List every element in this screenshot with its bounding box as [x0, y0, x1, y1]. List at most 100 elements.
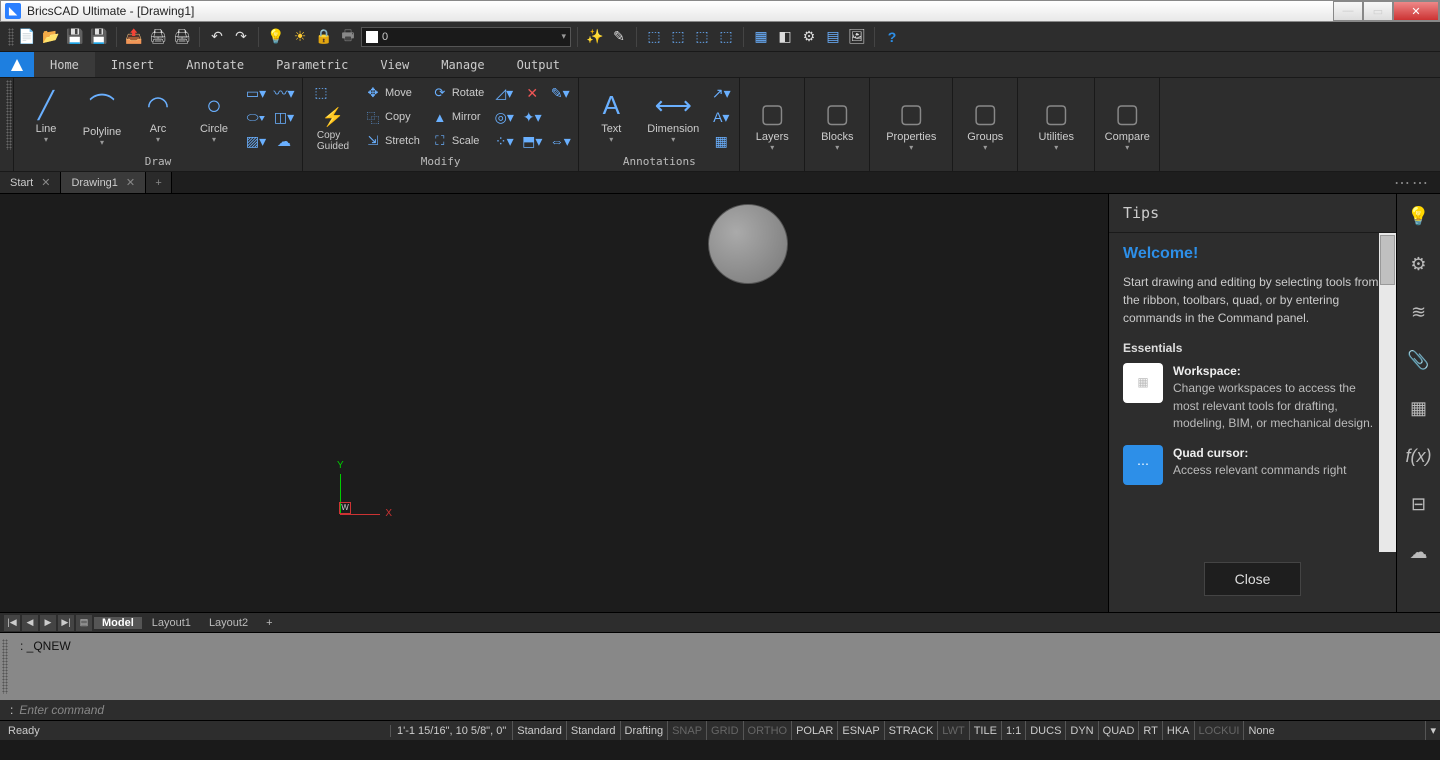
export-button[interactable]: 📤 — [123, 26, 145, 48]
layout2-tab[interactable]: Layout2 — [201, 617, 256, 629]
copy-guided-button[interactable]: ⚡Copy Guided — [309, 105, 357, 153]
layer-dropdown[interactable]: 0 — [361, 27, 571, 47]
toggle-lockui[interactable]: LOCKUI — [1194, 721, 1244, 740]
table-button[interactable]: ▦ — [709, 130, 733, 152]
fx-icon[interactable]: f(x) — [1405, 442, 1433, 470]
eraser-icon[interactable]: ◧ — [774, 26, 796, 48]
lock-icon[interactable]: 🔒 — [313, 26, 335, 48]
settings-icon[interactable]: ⚙ — [1405, 250, 1433, 278]
grid-icon[interactable]: ▦ — [1405, 394, 1433, 422]
array-button[interactable]: ⁘▾ — [492, 130, 516, 152]
sheet-icon[interactable]: ▤ — [822, 26, 844, 48]
offset-button[interactable]: ◎▾ — [492, 106, 516, 128]
undo-button[interactable]: ↶ — [206, 26, 228, 48]
menu-insert[interactable]: Insert — [95, 52, 170, 77]
align-icon[interactable]: ⬚ — [643, 26, 665, 48]
sun-icon[interactable]: ☀ — [289, 26, 311, 48]
close-icon[interactable]: ✕ — [41, 176, 50, 189]
tips-icon[interactable]: 💡 — [1405, 202, 1433, 230]
toggle-quad[interactable]: QUAD — [1098, 721, 1139, 740]
status-draft[interactable]: Drafting — [620, 721, 668, 740]
structure-icon[interactable]: ⊟ — [1405, 490, 1433, 518]
tips-close-button[interactable]: Close — [1204, 562, 1302, 596]
utilities-button[interactable]: ▢Utilities▾ — [1024, 89, 1088, 161]
tab-start[interactable]: Start✕ — [0, 172, 61, 193]
open-button[interactable]: 📂 — [40, 26, 62, 48]
redo-button[interactable]: ↷ — [230, 26, 252, 48]
move-button[interactable]: ✥Move — [361, 82, 424, 104]
toggle-lwt[interactable]: LWT — [937, 721, 968, 740]
join-button[interactable]: ⬒▾ — [520, 130, 544, 152]
scale-button[interactable]: ⛶Scale — [428, 130, 488, 152]
app-logo[interactable] — [0, 52, 34, 77]
close-button[interactable]: ✕ — [1393, 1, 1439, 21]
fillet-button[interactable]: ◿▾ — [492, 82, 516, 104]
maximize-button[interactable]: ▭ — [1363, 1, 1393, 21]
break-button[interactable] — [548, 106, 572, 128]
attach-icon[interactable]: 📎 — [1405, 346, 1433, 374]
list-button[interactable]: ▤ — [76, 615, 92, 631]
command-history[interactable]: : _QNEW — [0, 632, 1440, 700]
bulb-icon[interactable]: 💡 — [265, 26, 287, 48]
toggle-polar[interactable]: POLAR — [791, 721, 837, 740]
table-icon[interactable]: ▦ — [750, 26, 772, 48]
compare-button[interactable]: ▢Compare▾ — [1101, 89, 1153, 161]
line-button[interactable]: ╱Line▾ — [20, 81, 72, 153]
trim-button[interactable]: ⬚ — [309, 81, 333, 103]
tab-overflow-button[interactable]: ⋯⋯ — [1384, 172, 1440, 193]
next-button[interactable]: ▶ — [40, 615, 56, 631]
prev-button[interactable]: ◀ — [22, 615, 38, 631]
polyline-button[interactable]: ⌒Polyline▾ — [76, 81, 128, 153]
groups-button[interactable]: ▢Groups▾ — [959, 89, 1011, 161]
image-icon[interactable]: 🖼 — [846, 26, 868, 48]
layers-icon[interactable]: ≋ — [1405, 298, 1433, 326]
extend-button[interactable]: ✎▾ — [548, 82, 572, 104]
align3-icon[interactable]: ⬚ — [691, 26, 713, 48]
blocks-button[interactable]: ▢Blocks▾ — [811, 89, 863, 161]
properties-button[interactable]: ▢Properties▾ — [876, 89, 946, 161]
copy-button[interactable]: ⿻Copy — [361, 106, 424, 128]
menu-parametric[interactable]: Parametric — [260, 52, 364, 77]
arc-button[interactable]: ◠Arc▾ — [132, 81, 184, 153]
toggle-esnap[interactable]: ESNAP — [837, 721, 883, 740]
mirror-button[interactable]: ▲Mirror — [428, 106, 488, 128]
layers-button[interactable]: ▢Layers▾ — [746, 89, 798, 161]
status-std2[interactable]: Standard — [566, 721, 620, 740]
new-tab-button[interactable]: + — [146, 172, 172, 193]
first-button[interactable]: |◀ — [4, 615, 20, 631]
menu-home[interactable]: Home — [34, 52, 95, 77]
menu-output[interactable]: Output — [501, 52, 576, 77]
printer-icon[interactable]: 🖶 — [337, 26, 359, 48]
view-cube[interactable] — [708, 204, 788, 284]
leader-button[interactable]: ↗▾ — [709, 82, 733, 104]
circle-button[interactable]: ○Circle▾ — [188, 81, 240, 153]
toggle-none[interactable]: None — [1243, 721, 1278, 740]
new-button[interactable]: 📄 — [16, 26, 38, 48]
spline-button[interactable]: 〰▾ — [272, 82, 296, 104]
pencil-icon[interactable]: ✎ — [608, 26, 630, 48]
toggle-grid[interactable]: GRID — [706, 721, 743, 740]
stretch-button[interactable]: ⇲Stretch — [361, 130, 424, 152]
rotate-button[interactable]: ⟳Rotate — [428, 82, 488, 104]
help-button[interactable]: ? — [881, 26, 903, 48]
print-preview-button[interactable]: 🖨 — [171, 26, 193, 48]
align2-icon[interactable]: ⬚ — [667, 26, 689, 48]
toggle-ducs[interactable]: DUCS — [1025, 721, 1065, 740]
last-button[interactable]: ▶| — [58, 615, 74, 631]
status-std1[interactable]: Standard — [512, 721, 566, 740]
menu-annotate[interactable]: Annotate — [170, 52, 260, 77]
wand-icon[interactable]: ✨ — [584, 26, 606, 48]
erase-button[interactable]: ✕ — [520, 82, 544, 104]
saveall-button[interactable]: 💾 — [88, 26, 110, 48]
minimize-button[interactable]: — — [1333, 1, 1363, 21]
tab-drawing[interactable]: Drawing1✕ — [61, 172, 146, 193]
scrollbar[interactable] — [1379, 233, 1396, 552]
toggle-dyn[interactable]: DYN — [1065, 721, 1097, 740]
toggle-ortho[interactable]: ORTHO — [743, 721, 792, 740]
text-button[interactable]: AText▾ — [585, 81, 637, 153]
toggle-strack[interactable]: STRACK — [884, 721, 938, 740]
toggle-1:1[interactable]: 1:1 — [1001, 721, 1025, 740]
model-tab[interactable]: Model — [94, 617, 142, 629]
cloud-icon[interactable]: ☁ — [1405, 538, 1433, 566]
print-button[interactable]: 🖨 — [147, 26, 169, 48]
